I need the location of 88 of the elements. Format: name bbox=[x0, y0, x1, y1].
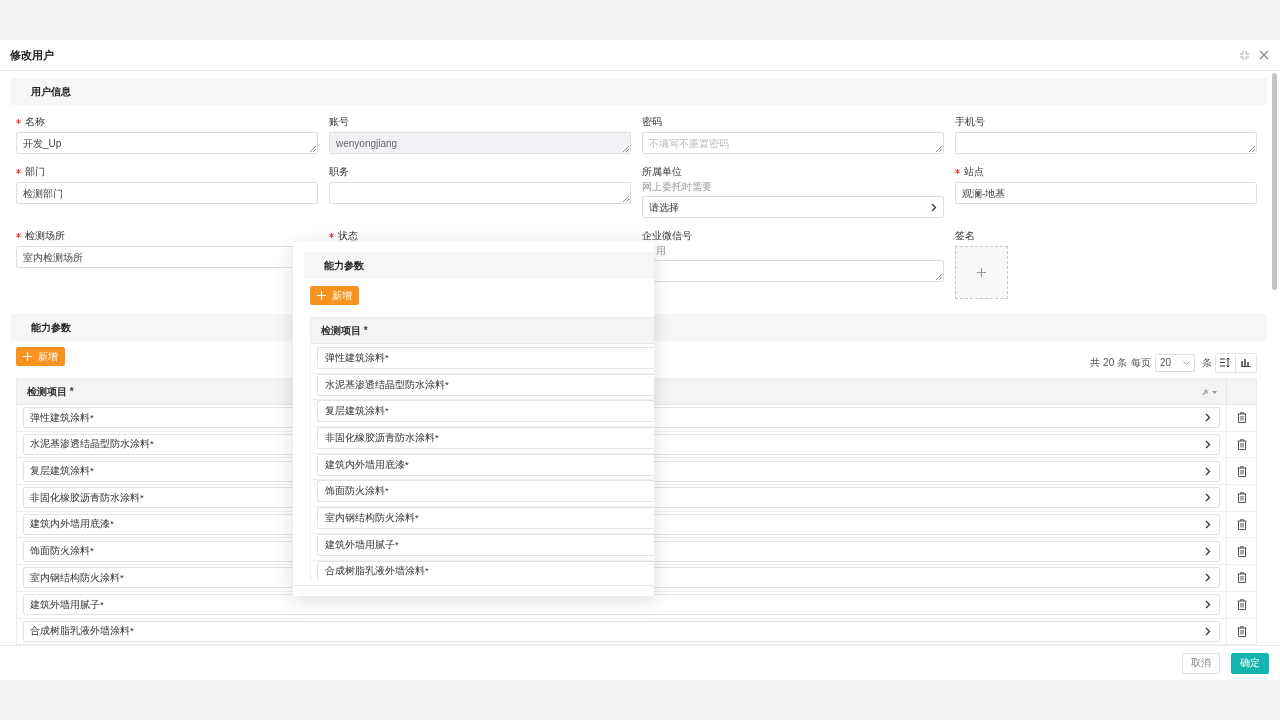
select-field[interactable]: 请选择 bbox=[642, 196, 944, 218]
chevron-right-icon bbox=[1205, 466, 1211, 476]
field-label: 名称 bbox=[25, 114, 45, 129]
item-select-field[interactable]: 建筑内外墙用底漆* bbox=[317, 453, 654, 476]
per-page-label: 每页 bbox=[1131, 356, 1151, 370]
item-select-field[interactable]: 弹性建筑涂料* bbox=[317, 347, 654, 369]
item-select-field[interactable]: 复层建筑涂料* bbox=[317, 400, 654, 423]
chevron-right-icon bbox=[1205, 413, 1211, 423]
item-select-field[interactable]: 非固化橡胶沥青防水涂料* bbox=[317, 427, 654, 450]
plus-icon bbox=[977, 268, 986, 277]
close-icon bbox=[1259, 50, 1269, 60]
field-label: 职务 bbox=[329, 164, 349, 179]
trash-icon bbox=[1236, 412, 1247, 424]
delete-button[interactable] bbox=[1236, 465, 1247, 477]
chevron-right-icon bbox=[931, 202, 937, 212]
field-label: 账号 bbox=[329, 114, 349, 129]
required-icon bbox=[955, 168, 960, 174]
item-select-field[interactable]: 合成树脂乳液外墙涂料* bbox=[317, 560, 654, 581]
trash-icon bbox=[1236, 572, 1247, 584]
trash-icon bbox=[1236, 625, 1247, 637]
trash-icon bbox=[1236, 439, 1247, 451]
field-hint: 网上委托时需要 bbox=[642, 181, 712, 193]
item-select-field[interactable]: 饰面防火涂料* bbox=[317, 480, 654, 503]
dialog-title: 修改用户 bbox=[10, 47, 54, 63]
bar-chart-icon bbox=[1241, 358, 1251, 367]
item-select-field[interactable]: 水泥基渗透结晶型防水涂料* bbox=[317, 373, 654, 396]
scrollbar[interactable] bbox=[1272, 73, 1277, 290]
trash-icon bbox=[1236, 492, 1247, 504]
required-icon bbox=[16, 168, 21, 174]
trash-icon bbox=[1236, 465, 1247, 477]
field-label: 签名 bbox=[955, 228, 975, 243]
delete-button[interactable] bbox=[1236, 572, 1247, 584]
text-area[interactable]: 开发_Up bbox=[16, 132, 318, 154]
required-icon bbox=[16, 118, 21, 124]
resize-handle-icon bbox=[310, 146, 316, 152]
section-title: 能力参数 bbox=[31, 321, 71, 335]
field-label: 密码 bbox=[642, 114, 662, 129]
required-icon bbox=[16, 232, 21, 238]
resize-handle-icon bbox=[936, 274, 942, 280]
field-label: 状态 bbox=[338, 228, 358, 243]
section-title: 能力参数 bbox=[324, 259, 364, 273]
field-label: 所属单位 bbox=[642, 164, 682, 179]
chevron-right-icon bbox=[1205, 600, 1211, 610]
item-select-field[interactable]: 建筑外墙用腻子* bbox=[317, 533, 654, 556]
density-icon bbox=[1220, 358, 1231, 367]
delete-button[interactable] bbox=[1236, 545, 1247, 557]
trash-icon bbox=[1236, 519, 1247, 531]
plus-icon bbox=[317, 291, 326, 300]
chevron-right-icon bbox=[1205, 440, 1211, 450]
trash-icon bbox=[1236, 545, 1247, 557]
required-icon bbox=[329, 232, 334, 238]
trash-icon bbox=[1236, 599, 1247, 611]
pin-icon bbox=[1202, 388, 1217, 395]
delete-button[interactable] bbox=[1236, 519, 1247, 531]
field-label: 站点 bbox=[964, 164, 984, 179]
delete-button[interactable] bbox=[1236, 625, 1247, 637]
item-select-field[interactable]: 建筑外墙用腻子* bbox=[23, 594, 1220, 616]
column-header: 检测项目 * bbox=[311, 318, 654, 344]
field-label: 检测场所 bbox=[25, 228, 65, 243]
resize-handle-icon bbox=[623, 146, 629, 152]
chevron-right-icon bbox=[1205, 573, 1211, 583]
cancel-button[interactable]: 取消 bbox=[1182, 652, 1220, 674]
field-hint: 用 bbox=[656, 245, 666, 257]
fullscreen-icon bbox=[1240, 50, 1249, 60]
delete-button[interactable] bbox=[1236, 599, 1247, 611]
input-field[interactable]: 检测部门 bbox=[16, 182, 318, 204]
unit-label: 条 bbox=[1202, 356, 1212, 370]
field-label: 部门 bbox=[25, 164, 45, 179]
caret-down-icon bbox=[1183, 360, 1190, 365]
input-field[interactable]: 观澜-地基 bbox=[955, 182, 1257, 204]
field-label: 企业微信号 bbox=[642, 228, 692, 243]
chevron-right-icon bbox=[1205, 546, 1211, 556]
section-title: 用户信息 bbox=[31, 85, 71, 99]
item-select-field[interactable]: 合成树脂乳液外墙涂料* bbox=[23, 620, 1220, 642]
plus-icon bbox=[23, 352, 32, 361]
chevron-right-icon bbox=[1205, 493, 1211, 503]
item-select-field[interactable]: 室内钢结构防火涂料* bbox=[317, 507, 654, 530]
resize-handle-icon bbox=[1249, 146, 1255, 152]
field-label: 手机号 bbox=[955, 114, 985, 129]
delete-button[interactable] bbox=[1236, 439, 1247, 451]
delete-button[interactable] bbox=[1236, 492, 1247, 504]
resize-handle-icon bbox=[623, 196, 629, 202]
chevron-right-icon bbox=[1205, 520, 1211, 530]
delete-button[interactable] bbox=[1236, 412, 1247, 424]
total-count: 共 20 条 bbox=[1090, 356, 1127, 370]
chevron-right-icon bbox=[1205, 626, 1211, 636]
page-size-select[interactable]: 20 bbox=[1155, 353, 1195, 372]
resize-handle-icon bbox=[936, 146, 942, 152]
